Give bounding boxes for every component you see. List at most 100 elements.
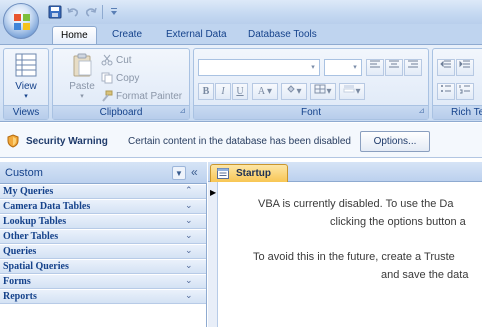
nav-group-label: Other Tables: [3, 231, 59, 242]
views-group: View ▾ Views: [3, 48, 49, 120]
security-warning-bar: Security Warning Certain content in the …: [0, 123, 482, 158]
gridlines-icon: [314, 84, 326, 94]
font-name-dropdown-icon[interactable]: ▾: [307, 60, 319, 75]
nav-pane-header[interactable]: Custom ▼ «: [0, 162, 207, 184]
clipboard-paste-icon: [73, 53, 92, 77]
chevron-down-icon: ⌄: [185, 290, 193, 300]
options-button[interactable]: Options...: [360, 131, 430, 152]
scissors-icon: [101, 54, 113, 66]
customize-qat-icon[interactable]: [107, 5, 121, 19]
nav-group-label: Spatial Queries: [3, 261, 69, 272]
document-tab-startup[interactable]: Startup: [210, 164, 288, 182]
font-size-dropdown-icon[interactable]: ▾: [349, 60, 361, 75]
tab-home[interactable]: Home: [52, 26, 97, 44]
tab-database-tools[interactable]: Database Tools: [240, 26, 325, 44]
numbering-icon: [459, 85, 470, 94]
trusted-location-message-line1: To avoid this in the future, create a Tr…: [253, 251, 455, 263]
alt-fill-button[interactable]: ▾: [339, 83, 365, 100]
security-warning-message: Certain content in the database has been…: [128, 136, 351, 147]
undo-icon[interactable]: [66, 5, 80, 19]
increase-indent-button[interactable]: [456, 59, 474, 76]
nav-group-queries[interactable]: Queries ⌄: [0, 245, 206, 259]
paste-button[interactable]: Paste ▾: [65, 52, 99, 100]
document-area: Startup ▶ VBA is currently disabled. To …: [208, 162, 482, 327]
vba-disabled-message-line2: clicking the options button a: [330, 216, 466, 228]
nav-group-camera-data-tables[interactable]: Camera Data Tables ⌄: [0, 200, 206, 214]
view-button[interactable]: View ▾: [8, 52, 44, 100]
nav-pane-title: Custom: [5, 167, 43, 179]
format-painter-button[interactable]: Format Painter: [101, 90, 182, 102]
nav-menu-dropdown-icon[interactable]: ▼: [172, 166, 186, 180]
views-group-label: Views: [4, 105, 48, 119]
copy-label: Copy: [116, 72, 140, 84]
nav-group-label: Forms: [3, 276, 31, 287]
clipboard-group-title: Clipboard: [99, 107, 143, 118]
underline-button[interactable]: U: [232, 83, 248, 100]
chevron-down-icon: ⌄: [185, 230, 193, 240]
font-size-combo[interactable]: ▾: [324, 59, 362, 76]
align-left-button[interactable]: [366, 59, 384, 76]
trusted-location-message-line2: and save the data: [381, 269, 469, 281]
nav-group-reports[interactable]: Reports ⌄: [0, 290, 206, 304]
align-left-icon: [370, 60, 380, 68]
numbering-button[interactable]: [456, 83, 474, 100]
view-dropdown-icon: ▾: [24, 93, 28, 100]
tab-create[interactable]: Create: [104, 26, 150, 44]
title-bar: [0, 0, 482, 24]
datasheet-view-icon: [15, 53, 37, 77]
copy-icon: [101, 72, 113, 84]
record-selector[interactable]: ▶: [208, 182, 218, 327]
align-right-icon: [408, 60, 418, 68]
rich-text-group: Rich Te: [432, 48, 482, 120]
nav-group-lookup-tables[interactable]: Lookup Tables ⌄: [0, 215, 206, 229]
nav-group-label: Lookup Tables: [3, 216, 67, 227]
gridlines-button[interactable]: ▾: [310, 83, 336, 100]
nav-group-spatial-queries[interactable]: Spatial Queries ⌄: [0, 260, 206, 274]
document-tab-label: Startup: [236, 168, 271, 179]
save-icon[interactable]: [48, 5, 62, 19]
font-group-title: Font: [300, 107, 321, 118]
cut-button[interactable]: Cut: [101, 54, 132, 66]
nav-group-label: Reports: [3, 291, 37, 302]
copy-button[interactable]: Copy: [101, 72, 139, 84]
chevron-down-icon: ⌄: [185, 245, 193, 255]
nav-group-label: My Queries: [3, 186, 54, 197]
font-launcher-icon[interactable]: ⊿: [418, 104, 425, 117]
decrease-indent-button[interactable]: [437, 59, 455, 76]
document-tab-bar: Startup: [208, 162, 482, 182]
align-center-button[interactable]: [385, 59, 403, 76]
current-record-icon: ▶: [210, 188, 217, 197]
alternate-fill-icon: [343, 85, 355, 93]
nav-group-my-queries[interactable]: My Queries ⌃: [0, 185, 206, 199]
ribbon-tab-bar: Home Create External Data Database Tools: [0, 24, 482, 44]
nav-group-label: Queries: [3, 246, 37, 257]
align-center-icon: [389, 60, 399, 68]
view-button-label: View: [15, 81, 37, 92]
bullets-button[interactable]: [437, 83, 455, 100]
fill-color-button[interactable]: ▾: [281, 83, 307, 100]
quick-access-toolbar: [48, 4, 121, 20]
clipboard-group: Paste ▾ Cut Copy Format Painter Clipboar…: [52, 48, 190, 120]
paintbrush-icon: [102, 90, 113, 102]
office-button[interactable]: [3, 3, 39, 39]
chevron-down-icon: ⌄: [185, 275, 193, 285]
italic-button[interactable]: I: [215, 83, 231, 100]
shield-warning-icon: [7, 134, 19, 148]
chevron-up-icon: ⌃: [185, 185, 193, 195]
ribbon: View ▾ Views Paste ▾ Cut Copy Format Pai…: [0, 44, 482, 122]
align-right-button[interactable]: [404, 59, 422, 76]
nav-group-other-tables[interactable]: Other Tables ⌄: [0, 230, 206, 244]
redo-icon[interactable]: [84, 5, 98, 19]
bold-button[interactable]: B: [198, 83, 214, 100]
font-group: ▾ ▾ B I U A ▾ ▾ ▾ ▾ Font ⊿: [193, 48, 429, 120]
form-icon: [217, 168, 229, 179]
font-name-combo[interactable]: ▾: [198, 59, 320, 76]
tab-external-data[interactable]: External Data: [158, 26, 235, 44]
font-color-button[interactable]: A ▾: [252, 83, 278, 100]
paste-dropdown-icon: ▾: [80, 93, 84, 100]
clipboard-launcher-icon[interactable]: ⊿: [179, 104, 186, 117]
shutter-bar-close-icon[interactable]: «: [191, 165, 198, 179]
cut-label: Cut: [116, 54, 132, 66]
qat-separator: [102, 5, 103, 19]
nav-group-forms[interactable]: Forms ⌄: [0, 275, 206, 289]
